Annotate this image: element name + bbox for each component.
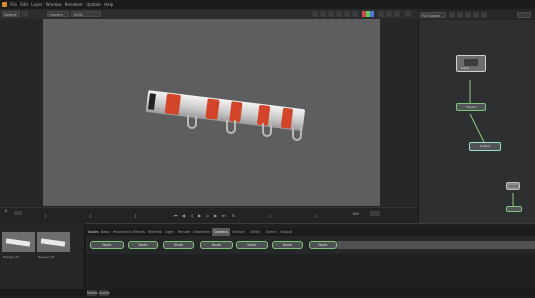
shelf-title: Nodes: [88, 230, 99, 234]
frame-start: 0: [5, 209, 8, 213]
options-icon[interactable]: [22, 11, 28, 17]
timeline-tick: [270, 214, 271, 218]
shelf-tab[interactable]: Material: [148, 228, 162, 236]
status-bar: [0, 289, 535, 297]
menu-help[interactable]: Help: [104, 0, 113, 9]
graph-node-input[interactable]: Input: [456, 55, 486, 72]
menu-update[interactable]: Update: [86, 0, 101, 9]
shelf-tab[interactable]: Texture: [232, 228, 245, 236]
render-icon[interactable]: [344, 11, 350, 17]
shelf-node[interactable]: Node: [272, 241, 303, 249]
menu-window[interactable]: Window: [46, 0, 62, 9]
status-scene-button[interactable]: Scene: [99, 290, 110, 296]
light-icon[interactable]: [336, 11, 342, 17]
alpha-icon[interactable]: [378, 11, 384, 17]
render-viewport[interactable]: [43, 19, 380, 206]
app-logo-icon: [2, 2, 7, 7]
shelf-tab[interactable]: Geometry: [193, 228, 210, 236]
shading-icon[interactable]: [328, 11, 334, 17]
frame-start-field[interactable]: [14, 211, 22, 215]
fullscreen-icon[interactable]: [394, 11, 400, 17]
hanger-hook: [226, 120, 236, 134]
shelf-node[interactable]: Node: [163, 241, 194, 249]
graph-node-small[interactable]: [506, 206, 522, 212]
layer-select[interactable]: Default: [2, 11, 20, 17]
close-icon[interactable]: [405, 11, 411, 17]
shelf-tab[interactable]: Basic: [101, 228, 110, 236]
menu-file[interactable]: File: [10, 0, 17, 9]
shelf-tab[interactable]: Effects: [133, 228, 145, 236]
hanger-hook: [187, 115, 197, 129]
thumbnail-label: Hanger_01: [3, 255, 20, 259]
timeline-tick: [315, 214, 316, 218]
next-key-icon[interactable]: ▶: [213, 213, 218, 218]
media-thumbnail[interactable]: [2, 232, 35, 252]
menu-layer[interactable]: Layer: [31, 0, 42, 9]
graph-node-shader[interactable]: Shader: [456, 103, 486, 111]
shelf-tab[interactable]: Utility: [250, 228, 260, 236]
graph-links: [469, 80, 514, 206]
shelf-tab[interactable]: Scene: [266, 228, 277, 236]
graph-node-group[interactable]: Group: [506, 182, 520, 190]
timeline-tick: [45, 214, 46, 218]
play-icon[interactable]: ▶: [197, 213, 202, 218]
frame-end: 100: [352, 212, 359, 216]
zoom-select[interactable]: 100%: [71, 11, 101, 17]
shelf-tab[interactable]: Output: [280, 228, 292, 236]
menu-renderer[interactable]: Renderer: [65, 0, 83, 9]
shelf-node[interactable]: Node: [90, 241, 124, 249]
shelf-node[interactable]: Node: [128, 241, 158, 249]
last-frame-icon[interactable]: ⏭: [221, 213, 226, 218]
fps-field[interactable]: [370, 211, 380, 216]
wireframe-icon[interactable]: [320, 11, 326, 17]
menu-bar: File Edit Layer Window Renderer Update H…: [0, 0, 535, 9]
grid-icon[interactable]: [312, 11, 318, 17]
camera-select[interactable]: Camera: [47, 11, 69, 17]
first-frame-icon[interactable]: ⏮: [173, 213, 178, 218]
media-thumbnail[interactable]: [37, 232, 70, 252]
menu-edit[interactable]: Edit: [20, 0, 28, 9]
blue-channel-icon[interactable]: [370, 11, 374, 17]
shelf-node[interactable]: Node: [200, 241, 233, 249]
shelf-node[interactable]: Node: [236, 241, 268, 249]
graph-node-output[interactable]: Output: [469, 142, 501, 151]
thumbnail-label: Hanger_02: [38, 255, 55, 259]
shelf-node-bar[interactable]: [337, 241, 535, 249]
hanger-hook: [262, 123, 272, 137]
shelf-node[interactable]: Node: [309, 241, 337, 249]
snapshot-icon[interactable]: [386, 11, 392, 17]
shelf-tab[interactable]: Light: [165, 228, 174, 236]
next-frame-icon[interactable]: ▷: [205, 213, 210, 218]
timeline-bar[interactable]: 0 ⏮ ◀ ◁ ▶ ▷ ▶ ⏭ ↻ 100: [0, 207, 418, 224]
shelf-tab[interactable]: Render: [178, 228, 190, 236]
shelf-tab-active[interactable]: Camera: [212, 228, 230, 236]
shelf-tab[interactable]: Procedural: [113, 228, 132, 236]
prev-frame-icon[interactable]: ◁: [189, 213, 194, 218]
status-nodes-button[interactable]: Nodes: [87, 290, 98, 296]
timeline-tick: [135, 214, 136, 218]
timeline-tick: [90, 214, 91, 218]
hanger-hook: [292, 127, 302, 141]
loop-icon[interactable]: ↻: [231, 213, 236, 218]
settings-icon[interactable]: [352, 11, 358, 17]
prev-key-icon[interactable]: ◀: [181, 213, 186, 218]
